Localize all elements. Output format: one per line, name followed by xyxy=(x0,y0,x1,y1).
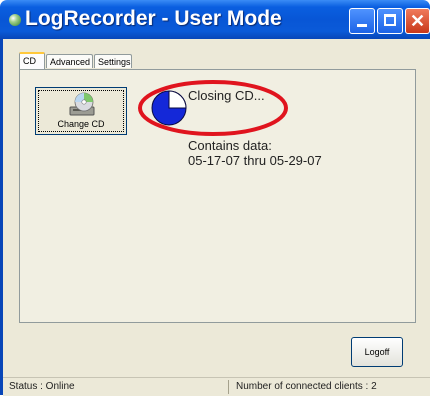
progress-pie-icon xyxy=(151,90,187,126)
cd-status-text: Closing CD... xyxy=(188,88,265,103)
close-button[interactable]: ✕ xyxy=(405,8,430,34)
close-icon: ✕ xyxy=(409,11,426,31)
app-icon[interactable] xyxy=(9,14,21,26)
tab-settings[interactable]: Settings xyxy=(94,54,132,68)
minimize-icon xyxy=(357,24,367,27)
tab-cd[interactable]: CD xyxy=(19,52,45,70)
connected-clients-text: Number of connected clients : 2 xyxy=(236,381,377,392)
cd-tab-panel: Change CD Closing CD... Contains data: 0… xyxy=(19,69,416,323)
change-cd-label: Change CD xyxy=(57,119,105,129)
client-area: CD Advanced Settings Change CD Closing C… xyxy=(0,39,430,396)
maximize-icon xyxy=(384,14,396,26)
minimize-button[interactable] xyxy=(349,8,375,34)
change-cd-button[interactable]: Change CD xyxy=(35,87,127,135)
window-title: LogRecorder - User Mode xyxy=(25,7,282,30)
title-bar[interactable]: LogRecorder - User Mode ✕ xyxy=(0,0,430,39)
date-range-text: 05-17-07 thru 05-29-07 xyxy=(188,153,322,168)
status-separator xyxy=(228,380,229,394)
status-online-text: Status : Online xyxy=(9,381,75,392)
contains-data-label: Contains data: xyxy=(188,138,272,153)
cd-drive-icon xyxy=(69,92,95,116)
logoff-button[interactable]: Logoff xyxy=(351,337,403,367)
tab-advanced[interactable]: Advanced xyxy=(46,54,93,68)
maximize-button[interactable] xyxy=(377,8,403,34)
app-window: LogRecorder - User Mode ✕ CD Advanced Se… xyxy=(0,0,430,396)
status-bar: Status : Online Number of connected clie… xyxy=(3,377,430,396)
